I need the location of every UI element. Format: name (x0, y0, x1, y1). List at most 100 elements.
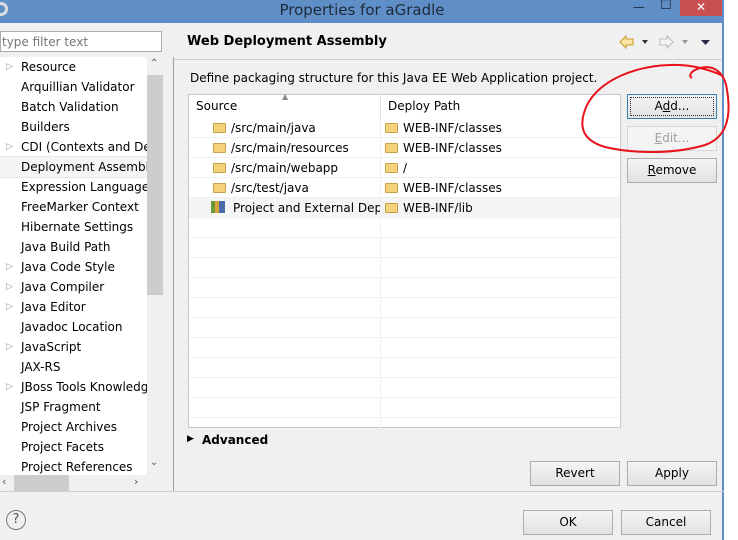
tree-item-label: JSP Fragment (21, 400, 101, 414)
back-dropdown-icon[interactable] (642, 40, 648, 44)
table-row[interactable] (189, 278, 620, 298)
table-row[interactable]: /src/main/java WEB-INF/classes (189, 118, 620, 138)
table-row[interactable] (189, 298, 620, 318)
source-path: /src/main/webapp (231, 161, 339, 175)
tree-item[interactable]: ▷ Resource (0, 57, 147, 77)
table-row[interactable]: /src/main/resources WEB-INF/classes (189, 138, 620, 158)
tree-item[interactable]: ▷ CDI (Contexts and De (0, 137, 147, 157)
table-row[interactable]: Project and External Depe WEB-INF/lib (189, 198, 620, 218)
apply-button[interactable]: Apply (627, 461, 717, 486)
advanced-expand-icon[interactable]: ▶ (187, 434, 194, 444)
tree-item-label: Expression Language (21, 180, 147, 194)
table-row[interactable] (189, 258, 620, 278)
tree-item[interactable]: Builders (0, 117, 147, 137)
table-row[interactable] (189, 398, 620, 418)
tree-item[interactable]: Batch Validation (0, 97, 147, 117)
tree-item-label: Project Facets (21, 440, 104, 454)
tree-item-label: JavaScript (21, 340, 82, 354)
scroll-up-icon[interactable]: ⌃ (150, 58, 158, 69)
filter-input[interactable] (0, 31, 162, 52)
tree-item[interactable]: JAX-RS (0, 357, 147, 377)
tree-item-label: Resource (21, 60, 77, 74)
folder-icon (213, 123, 226, 133)
tree-item-label: Batch Validation (21, 100, 119, 114)
tree-item-label: Java Code Style (21, 260, 115, 274)
expand-arrow-icon[interactable]: ▷ (6, 377, 13, 397)
expand-arrow-icon[interactable]: ▷ (6, 257, 13, 277)
tree-item[interactable]: ▷ Java Editor (0, 297, 147, 317)
remove-button[interactable]: Remove (627, 158, 717, 183)
red-annotation-circle (581, 63, 730, 154)
tree-item[interactable]: Hibernate Settings (0, 217, 147, 237)
table-row[interactable] (189, 218, 620, 238)
table-row[interactable]: /src/main/webapp / (189, 158, 620, 178)
tree-item-label: CDI (Contexts and De (21, 140, 147, 154)
tree-item-label: JAX-RS (21, 360, 61, 374)
library-icon (211, 201, 225, 213)
table-row[interactable]: /src/test/java WEB-INF/classes (189, 178, 620, 198)
expand-arrow-icon[interactable]: ▷ (6, 277, 13, 297)
source-path: /src/main/java (231, 121, 316, 135)
source-path: Project and External Depe (233, 201, 380, 215)
scroll-down-icon[interactable]: ⌄ (150, 457, 158, 468)
forward-arrow-icon[interactable] (659, 34, 674, 50)
tree-item-label: Java Editor (21, 300, 86, 314)
sort-ascending-icon: ▲ (282, 92, 289, 101)
tree-item-label: Java Compiler (21, 280, 105, 294)
table-row[interactable] (189, 358, 620, 378)
folder-icon (385, 163, 398, 173)
tree-item[interactable]: Project References (0, 457, 147, 475)
tree-item[interactable]: Arquillian Validator (0, 77, 147, 97)
tree-item[interactable]: Java Build Path (0, 237, 147, 257)
tree-item[interactable]: ▷ JavaScript (0, 337, 147, 357)
tree-item[interactable]: Expression Language (0, 177, 147, 197)
history-nav (619, 34, 710, 50)
tree-item-label: Hibernate Settings (21, 220, 134, 234)
tree-item[interactable]: Project Archives (0, 417, 147, 437)
expand-arrow-icon[interactable]: ▷ (6, 297, 13, 317)
tree-scroll-thumb[interactable] (147, 75, 163, 295)
minimize-button[interactable]: — (633, 0, 645, 14)
deploy-path: WEB-INF/classes (403, 121, 502, 135)
tree-item[interactable]: ▷ Java Compiler (0, 277, 147, 297)
view-menu-icon[interactable] (701, 40, 710, 45)
table-row[interactable] (189, 338, 620, 358)
assembly-table[interactable]: Source ▲ Deploy Path /src/main/java WEB-I… (188, 92, 621, 428)
tree-item[interactable]: JSP Fragment (0, 397, 147, 417)
tree-item[interactable]: FreeMarker Context (0, 197, 147, 217)
column-label: Source (196, 99, 238, 113)
expand-arrow-icon[interactable]: ▷ (6, 57, 13, 77)
scroll-right-icon[interactable]: › (134, 475, 138, 488)
table-row[interactable] (189, 318, 620, 338)
deploy-path: WEB-INF/classes (403, 141, 502, 155)
advanced-section[interactable]: Advanced (202, 433, 268, 447)
table-row[interactable] (189, 238, 620, 258)
tree-hscroll-thumb[interactable] (14, 475, 69, 491)
table-row[interactable] (189, 378, 620, 398)
window-title: Properties for aGradle (279, 1, 445, 19)
revert-button[interactable]: Revert (530, 461, 620, 486)
forward-dropdown-icon[interactable] (682, 40, 688, 44)
back-arrow-icon[interactable] (619, 34, 634, 50)
maximize-button[interactable]: ☐ (660, 0, 672, 13)
tree-item-label: Builders (21, 120, 70, 134)
close-button[interactable]: ✕ (680, 0, 722, 16)
expand-arrow-icon[interactable]: ▷ (6, 337, 13, 357)
source-path: /src/main/resources (231, 141, 349, 155)
tree-item[interactable]: ▷ JBoss Tools Knowledg (0, 377, 147, 397)
tree-item[interactable]: Deployment Assembly (0, 156, 147, 178)
expand-arrow-icon[interactable]: ▷ (6, 137, 13, 157)
cancel-button[interactable]: Cancel (621, 510, 711, 535)
tree-item[interactable]: Javadoc Location (0, 317, 147, 337)
deploy-path: WEB-INF/classes (403, 181, 502, 195)
column-divider (380, 118, 381, 428)
tree-item-label: Project Archives (21, 420, 118, 434)
help-icon[interactable]: ? (6, 510, 26, 530)
tree-item[interactable]: Project Facets (0, 437, 147, 457)
tree-item[interactable]: ▷ Java Code Style (0, 257, 147, 277)
scroll-left-icon[interactable]: ‹ (2, 475, 6, 488)
panel-divider[interactable] (173, 57, 174, 492)
footer-separator (0, 491, 724, 492)
tree-item-label: JBoss Tools Knowledg (21, 380, 147, 394)
ok-button[interactable]: OK (523, 510, 613, 535)
